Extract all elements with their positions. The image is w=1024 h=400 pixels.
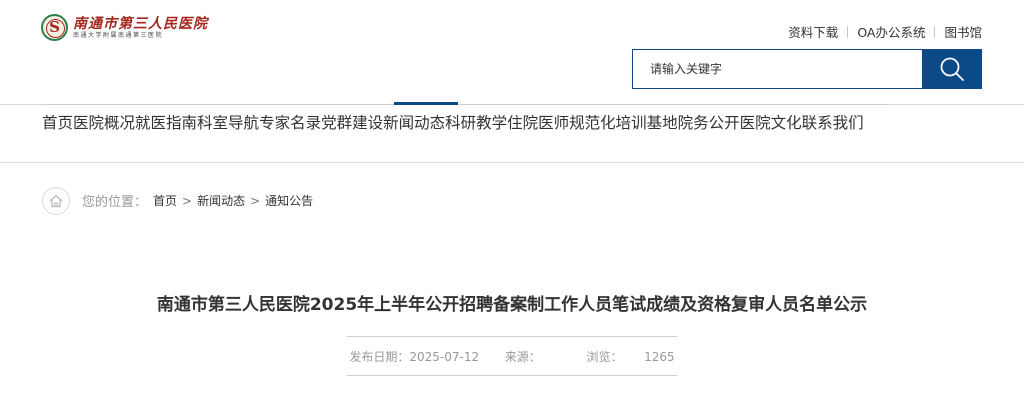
nav-item-contact[interactable]: 联系我们: [802, 114, 864, 132]
meta-bottom-divider: [347, 375, 677, 376]
logo-text: 南通市第三人民医院 南通大学附属南通第三医院: [73, 16, 208, 40]
home-icon: [49, 194, 63, 208]
nav-item-about[interactable]: 医院概况: [73, 114, 135, 132]
nav-item-guide[interactable]: 就医指南: [135, 114, 197, 132]
nav-item-home[interactable]: 首页: [42, 114, 73, 132]
nav-item-culture[interactable]: 医院文化: [740, 114, 802, 132]
search-button[interactable]: [922, 49, 982, 89]
logo-subtitle: 南通大学附属南通第三医院: [73, 31, 164, 39]
views-label: 浏览：: [586, 350, 623, 364]
breadcrumb-home[interactable]: 首页: [153, 192, 177, 209]
nav-item-experts[interactable]: 专家名录: [259, 114, 321, 132]
publish-date: 2025-07-12: [409, 350, 480, 364]
nav-bottom-divider: [0, 162, 1024, 163]
source-label: 来源：: [504, 350, 541, 364]
search-bar: [632, 49, 982, 89]
view-count: 1265: [644, 350, 675, 364]
breadcrumb: 您的位置： 首页 > 新闻动态 > 通知公告: [82, 191, 313, 211]
main-nav: 首页 医院概况 就医指南 科室导航 专家名录 党群建设 新闻动态 科研教学 住院…: [42, 114, 864, 132]
oa-system-link[interactable]: OA办公系统: [857, 22, 925, 41]
divider: [934, 25, 936, 38]
nav-item-residency[interactable]: 住院医师规范化培训基地: [507, 114, 678, 132]
search-input[interactable]: [632, 49, 922, 89]
search-icon: [940, 57, 964, 81]
nav-item-news[interactable]: 新闻动态: [383, 114, 445, 132]
meta-top-divider: [347, 336, 677, 337]
breadcrumb-separator: >: [250, 193, 261, 208]
home-icon-button[interactable]: [42, 187, 70, 215]
logo-title: 南通市第三人民医院: [73, 15, 208, 32]
hospital-emblem-icon: [41, 14, 68, 41]
nav-top-line: [42, 104, 890, 105]
article-title: 南通市第三人民医院2025年上半年公开招聘备案制工作人员笔试成绩及资格复审人员名…: [156, 295, 868, 315]
nav-item-departments[interactable]: 科室导航: [197, 114, 259, 132]
download-link[interactable]: 资料下载: [788, 22, 838, 41]
breadcrumb-separator: >: [182, 193, 193, 208]
nav-item-party[interactable]: 党群建设: [321, 114, 383, 132]
nav-item-affairs[interactable]: 院务公开: [678, 114, 740, 132]
top-links: 资料下载 OA办公系统 图书馆: [788, 22, 982, 41]
nav-active-indicator: [394, 102, 458, 105]
nav-item-research[interactable]: 科研教学: [445, 114, 507, 132]
hospital-logo[interactable]: 南通市第三人民医院 南通大学附属南通第三医院: [41, 14, 208, 41]
breadcrumb-label: 您的位置：: [82, 195, 148, 210]
date-label: 发布日期：: [349, 350, 410, 364]
article-meta: 发布日期：2025-07-12 来源： 浏览： 1265: [347, 348, 677, 365]
divider: [847, 25, 849, 38]
breadcrumb-news[interactable]: 新闻动态: [197, 192, 245, 209]
library-link[interactable]: 图书馆: [944, 22, 982, 41]
breadcrumb-notices[interactable]: 通知公告: [265, 192, 313, 209]
